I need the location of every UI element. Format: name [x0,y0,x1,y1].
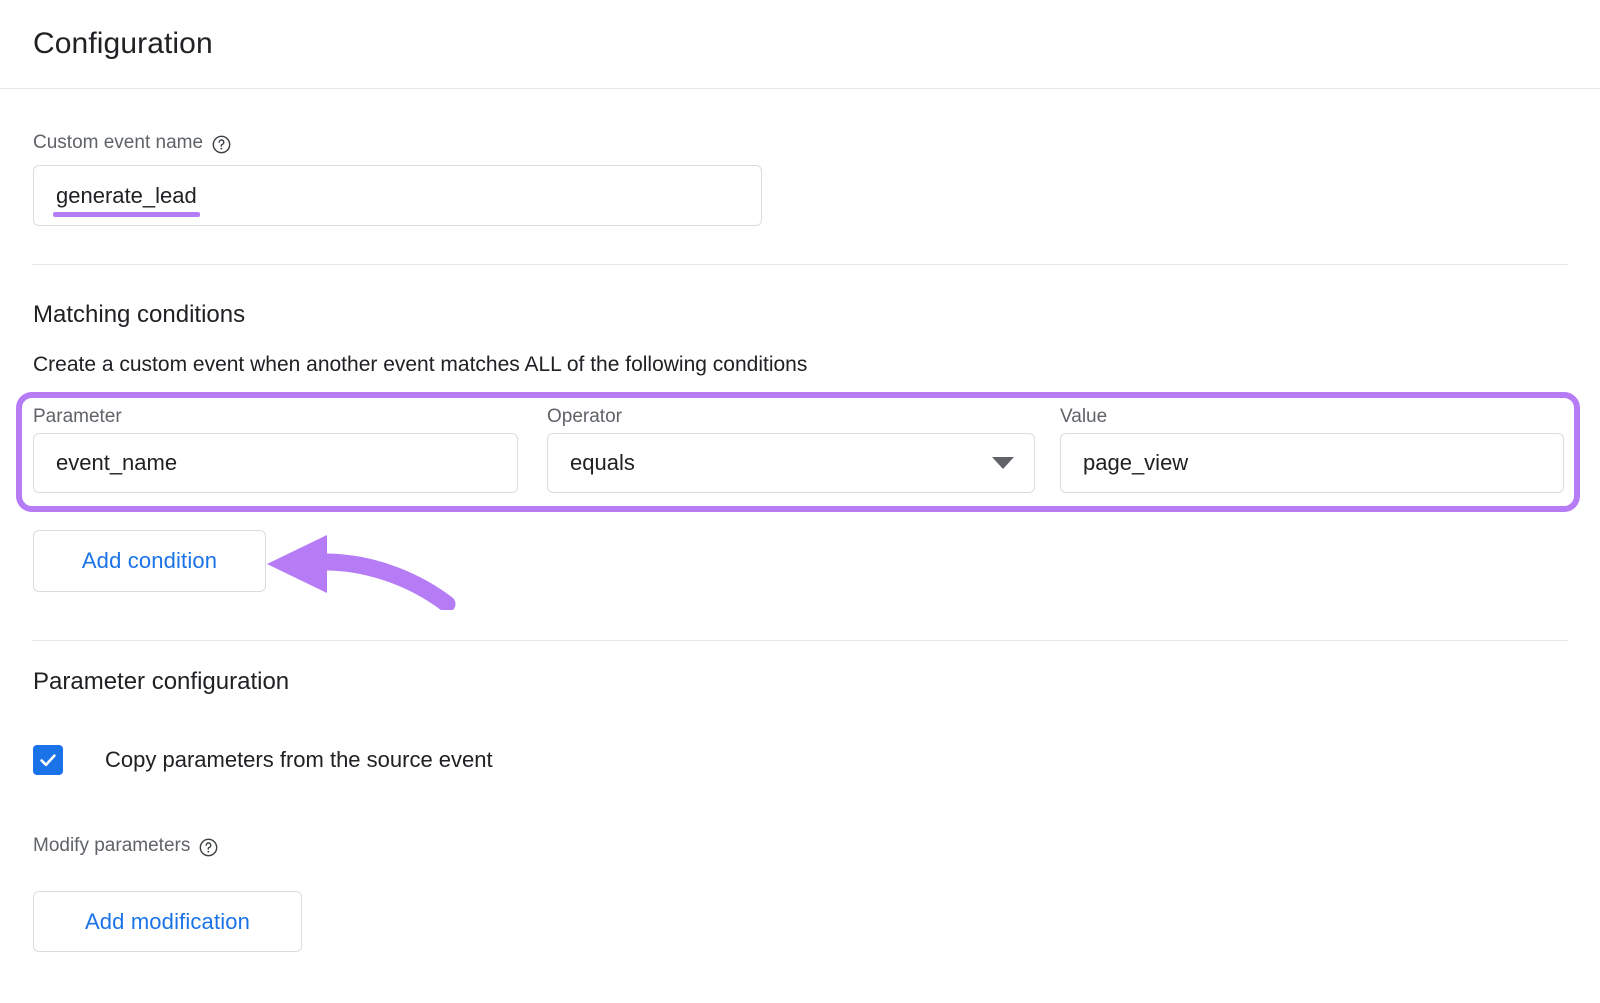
header-divider [0,88,1600,89]
page-header: Configuration [0,0,1600,88]
custom-event-name-label: Custom event name [33,131,203,155]
help-circle-icon[interactable] [199,838,218,857]
column-label-value: Value [1060,405,1107,429]
column-label-operator: Operator [547,405,622,429]
copy-parameters-label: Copy parameters from the source event [105,746,493,774]
custom-event-name-value: generate_lead [56,181,197,211]
modify-parameters-label-row: Modify parameters [33,834,218,858]
chevron-down-icon [992,457,1014,469]
custom-event-name-input[interactable]: generate_lead [33,165,762,226]
parameter-configuration-heading: Parameter configuration [33,667,289,697]
condition-parameter-value: event_name [56,448,177,478]
column-label-parameter: Parameter [33,405,122,429]
condition-parameter-input[interactable]: event_name [33,433,518,493]
condition-value-input[interactable]: page_view [1060,433,1564,493]
add-modification-button[interactable]: Add modification [33,891,302,952]
help-circle-icon[interactable] [212,135,231,154]
condition-operator-select[interactable]: equals [547,433,1035,493]
modify-parameters-label: Modify parameters [33,834,190,858]
section-divider-1 [32,264,1568,265]
add-condition-button[interactable]: Add condition [33,530,266,592]
matching-conditions-description: Create a custom event when another event… [33,351,807,379]
annotation-arrow-icon [255,518,465,610]
copy-parameters-row[interactable]: Copy parameters from the source event [33,745,493,775]
section-divider-2 [32,640,1568,641]
custom-event-name-label-row: Custom event name [33,131,231,155]
matching-conditions-heading: Matching conditions [33,300,245,330]
page-title: Configuration [33,24,213,64]
condition-value-value: page_view [1083,448,1188,478]
condition-operator-value: equals [570,448,635,478]
copy-parameters-checkbox[interactable] [33,745,63,775]
configuration-page: Configuration Custom event name generate… [0,0,1600,1003]
